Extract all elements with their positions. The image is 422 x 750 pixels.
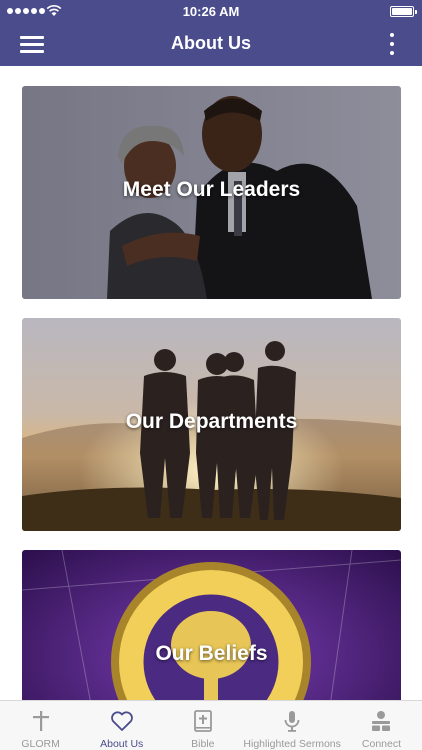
card-label-departments: Our Departments	[125, 410, 298, 433]
tab-bar: GLORM About Us Bible Highlighted Sermons…	[0, 700, 422, 750]
tab-label: Connect	[361, 738, 402, 750]
meet-our-leaders-card[interactable]: Meet Our Leaders	[22, 86, 401, 299]
status-bar: 10:26 AM	[0, 0, 422, 22]
connect-icon	[372, 711, 391, 731]
bible-icon	[193, 710, 212, 732]
tab-label: About Us	[100, 738, 144, 750]
card-label-leaders: Meet Our Leaders	[122, 178, 301, 201]
tab-label: GLORM	[21, 738, 60, 750]
tab-glorm[interactable]: GLORM	[0, 701, 81, 750]
cross-icon	[32, 711, 49, 731]
page-title: About Us	[171, 33, 251, 53]
battery-icon	[390, 6, 417, 17]
tab-label: Bible	[191, 738, 215, 750]
card-label-beliefs: Our Beliefs	[155, 642, 268, 665]
microphone-icon	[284, 711, 300, 732]
tab-bible[interactable]: Bible	[162, 701, 243, 750]
more-options-icon[interactable]	[388, 31, 396, 57]
nav-bar: About Us	[0, 22, 422, 66]
tab-connect[interactable]: Connect	[341, 701, 422, 750]
tab-highlighted-sermons[interactable]: Highlighted Sermons	[243, 701, 341, 750]
screen: 10:26 AM About Us Meet Our Leaders Our D…	[0, 0, 422, 750]
heart-icon	[110, 711, 133, 731]
tab-about-us[interactable]: About Us	[81, 701, 162, 750]
tab-label: Highlighted Sermons	[243, 738, 341, 750]
our-departments-card[interactable]: Our Departments	[22, 318, 401, 531]
status-time: 10:26 AM	[182, 4, 240, 19]
